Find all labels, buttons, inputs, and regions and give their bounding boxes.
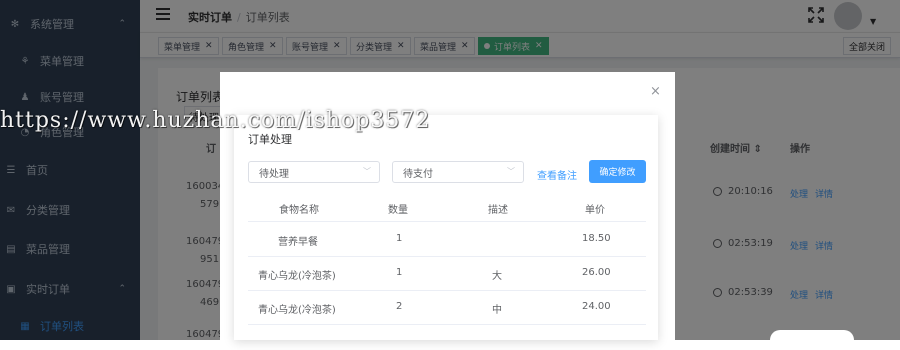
column-header-price: 单价	[585, 205, 605, 216]
food-qty: 2	[396, 301, 403, 312]
column-header-desc: 描述	[488, 205, 508, 216]
divider	[248, 290, 646, 291]
food-desc: 中	[492, 305, 502, 316]
divider	[248, 221, 646, 222]
floating-bubble	[770, 330, 854, 350]
payment-status-select[interactable]: 待支付 ﹀	[392, 161, 524, 183]
order-process-card: 订单处理 待处理 ﹀ 待支付 ﹀ 查看备注 确定修改 食物名称 数量 描述 单价 营…	[234, 115, 658, 340]
select-value: 待处理	[259, 168, 289, 180]
food-qty: 1	[396, 267, 403, 278]
food-name: 青心乌龙(冷泡茶)	[258, 305, 336, 316]
column-header-food: 食物名称	[279, 205, 319, 216]
food-qty: 1	[396, 233, 403, 244]
food-name: 青心乌龙(冷泡茶)	[258, 271, 336, 282]
dialog-title: 订单处理	[248, 133, 292, 146]
select-value: 待支付	[403, 168, 433, 180]
watermark-text: https://www.huzhan.com/ishop3572	[0, 108, 431, 133]
view-note-link[interactable]: 查看备注	[537, 167, 577, 182]
food-name: 营养早餐	[278, 237, 318, 248]
food-desc: 大	[492, 271, 502, 282]
chevron-down-icon: ﹀	[507, 167, 515, 176]
divider	[248, 324, 646, 325]
food-price: 18.50	[582, 233, 611, 244]
food-price: 26.00	[582, 267, 611, 278]
confirm-edit-button[interactable]: 确定修改	[589, 160, 646, 183]
order-status-select[interactable]: 待处理 ﹀	[248, 161, 380, 183]
divider	[248, 256, 646, 257]
column-header-qty: 数量	[388, 205, 408, 216]
chevron-down-icon: ﹀	[363, 167, 371, 176]
food-price: 24.00	[582, 301, 611, 312]
close-icon[interactable]: ×	[650, 84, 661, 99]
